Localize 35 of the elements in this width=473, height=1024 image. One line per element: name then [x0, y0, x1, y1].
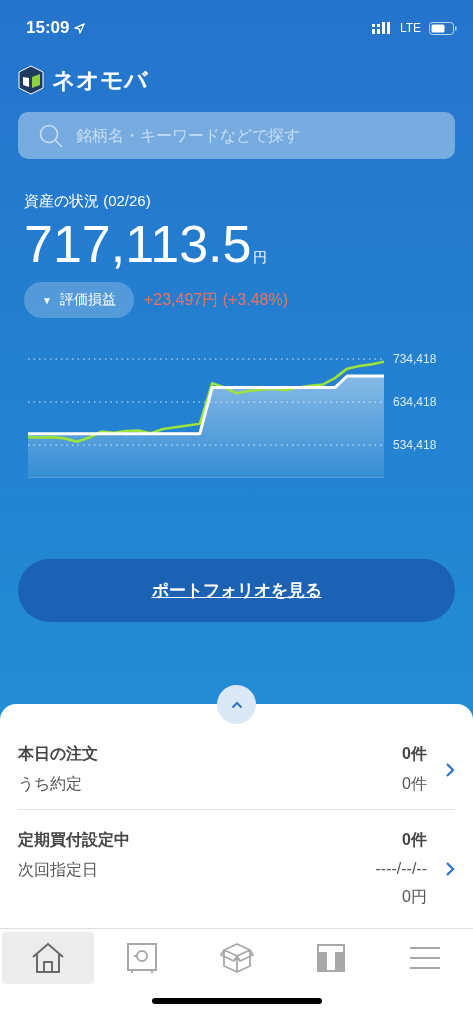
menu-icon [408, 946, 441, 970]
chevron-right-icon[interactable] [445, 861, 455, 877]
app-name: ネオモバ [52, 65, 148, 95]
row-value: 0件 [402, 830, 427, 850]
row-value: ----/--/-- [375, 860, 427, 878]
total-amount: 717,113.5 [24, 214, 252, 275]
row-label: うち約定 [18, 774, 83, 794]
home-icon [31, 942, 66, 974]
chevron-right-icon[interactable] [445, 761, 455, 778]
assets-label: 資産の状況 (02/26) [24, 192, 152, 211]
box-icon [218, 942, 255, 974]
battery-icon [429, 21, 457, 35]
tile-icon [316, 944, 345, 972]
axis-label: 734,418 [393, 354, 437, 366]
signal-icon [371, 22, 392, 34]
row-value: 0件 [402, 774, 427, 794]
caret-up-icon [230, 700, 243, 709]
search-icon [38, 123, 64, 149]
portfolio-button[interactable]: ポートフォリオを見る [18, 559, 455, 622]
safe-icon [126, 942, 159, 974]
axis-label: 634,418 [393, 395, 437, 410]
location-arrow-icon [74, 22, 86, 34]
axis-label: 534,418 [393, 438, 437, 453]
row-label: 次回指定日 [18, 860, 99, 880]
expand-button[interactable] [217, 685, 256, 724]
profit-value: +23,497円 (+3.48%) [143, 289, 288, 310]
logo-icon [18, 65, 44, 95]
tab[interactable] [2, 932, 95, 984]
row-title: 本日の注文 [18, 744, 99, 764]
status-time: 15:09 [26, 18, 70, 38]
row-title: 定期買付設定中 [18, 830, 131, 850]
row-value: 0円 [402, 887, 427, 907]
network-label: LTE [399, 21, 421, 35]
row-value: 0件 [402, 744, 427, 764]
currency-unit: 円 [253, 249, 268, 267]
